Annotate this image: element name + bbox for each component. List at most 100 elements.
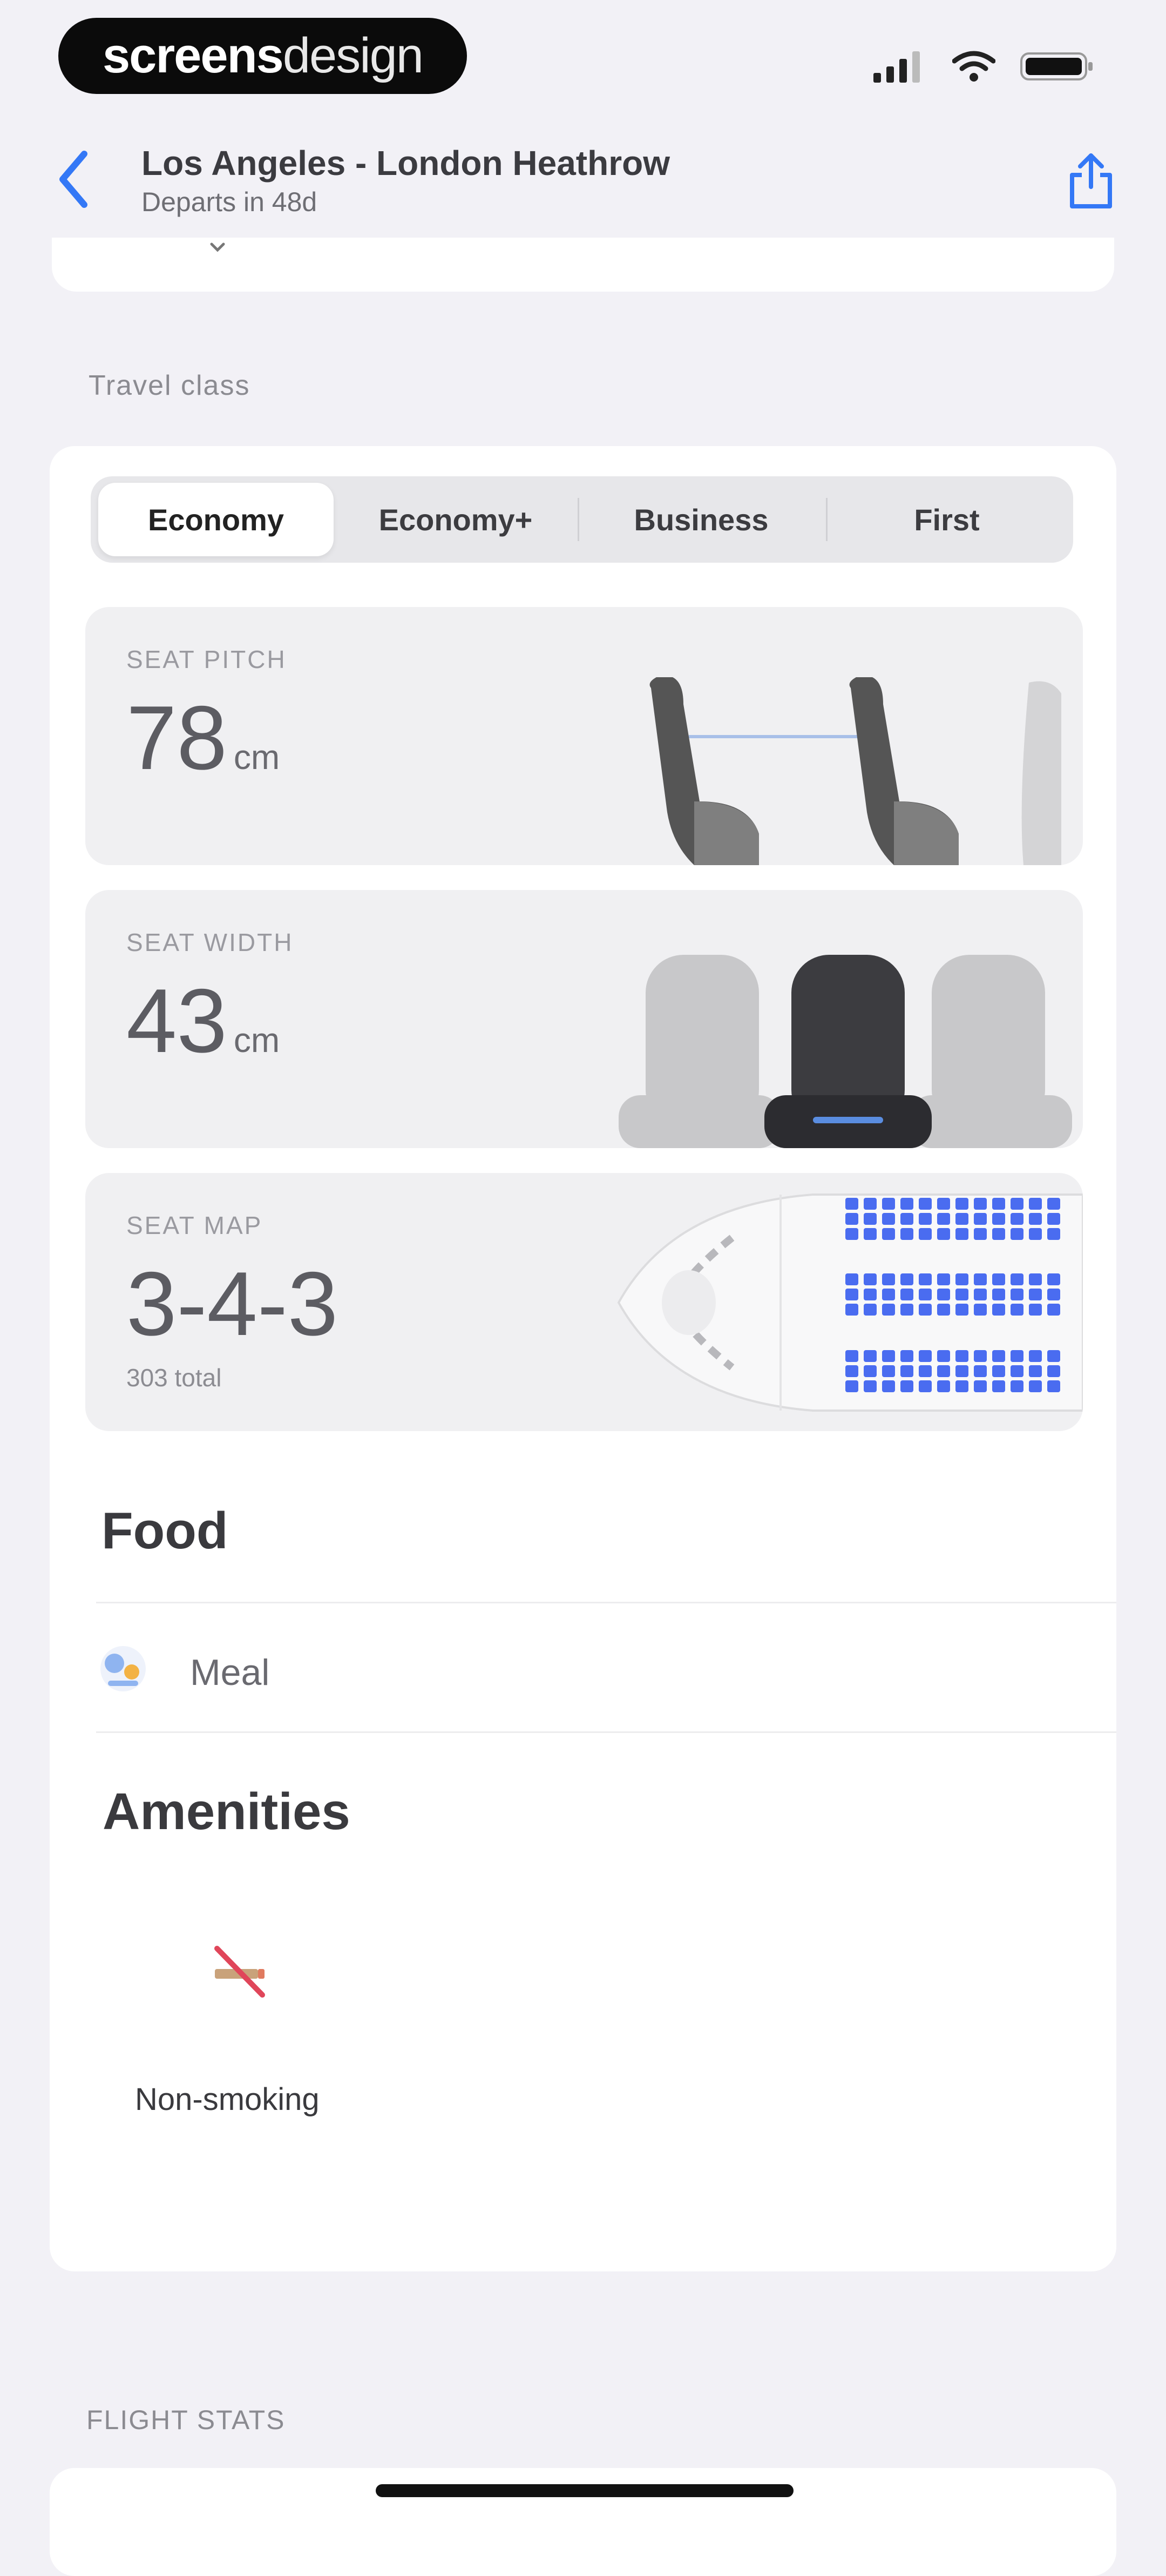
seat-map-seat [974,1228,987,1240]
wifi-icon [952,51,995,82]
seat-map-seat [845,1380,858,1392]
seat-map-seat [882,1380,895,1392]
seat-map-seat [864,1213,877,1225]
seat-map-seat [992,1380,1005,1392]
seat-map-seat [1029,1228,1042,1240]
segment-divider [826,498,828,541]
seat-map-seat [1011,1213,1023,1225]
seat-map-seat [1011,1304,1023,1316]
seat-map-seat [937,1365,950,1377]
nav-subtitle: Departs in 48d [141,187,317,217]
seat-map-seat [1047,1350,1060,1362]
amenities-heading: Amenities [103,1783,350,1840]
seat-map-seat [974,1213,987,1225]
nav-title: Los Angeles - London Heathrow [141,144,670,183]
share-button[interactable] [1061,146,1121,216]
seat-map-seat [974,1304,987,1316]
seat-map-seat [919,1380,932,1392]
seat-map-seat [1047,1228,1060,1240]
tab-economy[interactable]: Economy [98,483,334,556]
seat-map-seat [882,1350,895,1362]
seat-map-seat [1029,1304,1042,1316]
seat-map-seat [845,1289,858,1300]
seat-map-seat [900,1304,913,1316]
seat-map-seat [955,1198,968,1210]
seat-map-seat [1047,1365,1060,1377]
seat-map-seat [1011,1350,1023,1362]
seat-map-seat [882,1198,895,1210]
tab-economy-plus[interactable]: Economy+ [337,483,574,556]
seat-map-seat [882,1304,895,1316]
seat-map-seat [882,1228,895,1240]
home-indicator [376,2484,794,2497]
seat-map-seat [955,1213,968,1225]
divider [96,1731,1116,1733]
seat-map-seat [1011,1198,1023,1210]
seat-map-seat [974,1289,987,1300]
seat-map-seat [919,1228,932,1240]
seat-map-seat [992,1228,1005,1240]
seat-map-seat [992,1365,1005,1377]
seat-map-seat [974,1273,987,1285]
seat-map-seat [992,1273,1005,1285]
seat-map-seat [919,1365,932,1377]
segment-divider [578,498,579,541]
seat-map-seat [864,1380,877,1392]
seat-map-seat [919,1350,932,1362]
seat-map-seat [955,1273,968,1285]
seat-map-seat [845,1365,858,1377]
seat-map-seat [937,1198,950,1210]
seat-map-seat [955,1289,968,1300]
seat-map-seat [882,1365,895,1377]
chevron-down-icon [210,242,225,252]
non-smoking-icon [207,1939,272,2004]
seat-pitch-label: SEAT PITCH [126,645,287,673]
divider [96,1602,1116,1603]
seat-map-seat [937,1228,950,1240]
seat-map-seat [1011,1273,1023,1285]
status-icons [873,48,1096,85]
seat-map-seat [845,1228,858,1240]
seat-map-seat [900,1228,913,1240]
seat-width-value: 43 cm [126,970,280,1071]
seat-map-seat [919,1273,932,1285]
seat-map-seat [974,1198,987,1210]
seat-map-seat [845,1273,858,1285]
seat-width-panel: SEAT WIDTH 43 cm [85,890,1083,1148]
seat-map-total: 303 total [126,1364,222,1392]
seat-map-seat [1047,1289,1060,1300]
seat-map-seat [992,1213,1005,1225]
tab-business[interactable]: Business [580,483,823,556]
seat-map-seat [864,1198,877,1210]
seat-map-seat [992,1350,1005,1362]
seat-map-seat [900,1350,913,1362]
seat-map-seat [955,1228,968,1240]
seat-map-seat [955,1365,968,1377]
seat-map-seat [955,1304,968,1316]
seat-map-seat [1011,1228,1023,1240]
seat-map-seat [882,1213,895,1225]
seat-map-panel: SEAT MAP 3-4-3 303 total [85,1173,1083,1431]
seat-width-illustration [619,955,1072,1148]
seat-map-seat [900,1289,913,1300]
seat-map-seat [864,1365,877,1377]
seat-map-label: SEAT MAP [126,1211,263,1239]
seat-map-seat [919,1289,932,1300]
travel-class-segmented-control: Economy Economy+ Business First [91,476,1073,563]
seat-map-seat [882,1273,895,1285]
seat-map-seat [845,1304,858,1316]
seat-map-seat [864,1304,877,1316]
battery-icon [1020,52,1093,80]
seat-width-label: SEAT WIDTH [126,928,294,956]
seat-map-seat [900,1273,913,1285]
seat-map-seat [1029,1213,1042,1225]
seat-map-seat [974,1350,987,1362]
seat-map-seat [900,1365,913,1377]
seat-map-seat [845,1213,858,1225]
back-button[interactable] [46,147,100,212]
tab-first[interactable]: First [828,483,1066,556]
seat-pitch-illustration [649,677,1061,865]
food-heading: Food [101,1502,228,1560]
seat-map-seat [900,1198,913,1210]
seat-pitch-value: 78 cm [126,687,280,788]
